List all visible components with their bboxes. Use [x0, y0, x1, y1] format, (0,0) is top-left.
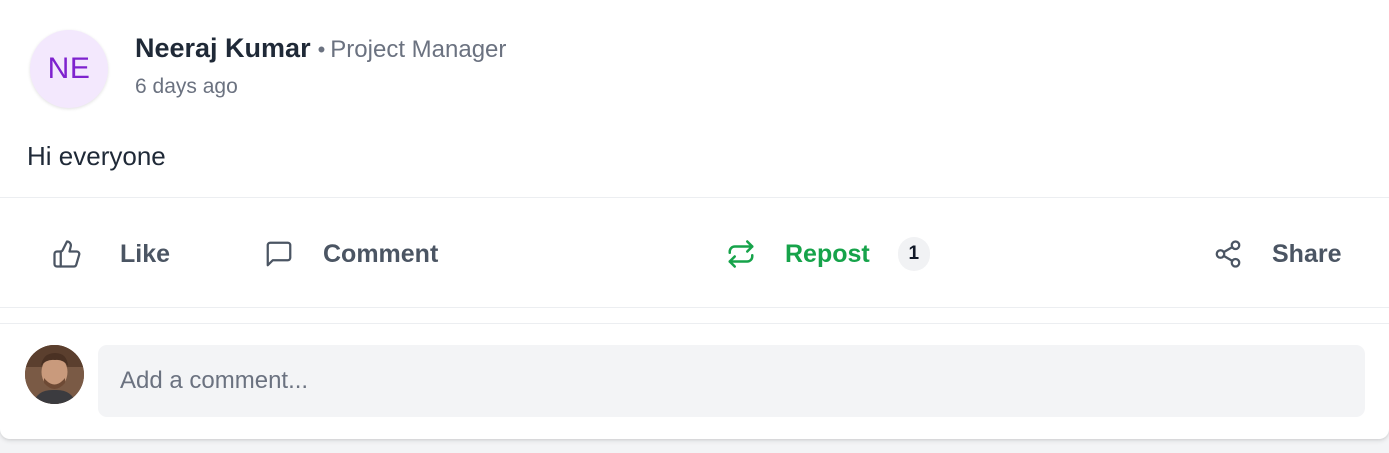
like-button[interactable]: Like: [52, 230, 170, 278]
divider: [0, 197, 1389, 198]
author-meta: Neeraj Kumar • Project Manager 6 days ag…: [135, 33, 506, 108]
share-label: Share: [1272, 239, 1342, 268]
comment-button[interactable]: Comment: [264, 230, 438, 278]
author-role: Project Manager: [330, 36, 507, 63]
divider: [0, 307, 1389, 308]
divider: [0, 323, 1389, 324]
author-initials: NE: [47, 52, 91, 85]
comment-input[interactable]: [98, 345, 1365, 417]
like-label: Like: [120, 239, 171, 268]
repost-label: Repost: [785, 239, 870, 268]
author-name[interactable]: Neeraj Kumar: [135, 33, 311, 64]
post-timestamp: 6 days ago: [135, 75, 238, 98]
author-line: Neeraj Kumar • Project Manager: [135, 33, 506, 64]
post-header: NE Neeraj Kumar • Project Manager 6 days…: [30, 30, 506, 108]
share-button[interactable]: Share: [1213, 230, 1341, 278]
repost-button[interactable]: Repost 1: [726, 230, 930, 278]
comment-label: Comment: [323, 239, 439, 268]
current-user-avatar[interactable]: [25, 345, 84, 404]
post-card: NE Neeraj Kumar • Project Manager 6 days…: [0, 0, 1389, 439]
thumbs-up-icon: [52, 239, 82, 269]
share-nodes-icon: [1213, 239, 1243, 269]
author-avatar[interactable]: NE: [30, 30, 108, 108]
repost-count-badge: 1: [897, 237, 930, 271]
post-content: Hi everyone: [27, 141, 166, 171]
repeat-icon: [726, 239, 756, 269]
meta-separator: •: [317, 37, 326, 62]
message-square-icon: [264, 239, 294, 269]
